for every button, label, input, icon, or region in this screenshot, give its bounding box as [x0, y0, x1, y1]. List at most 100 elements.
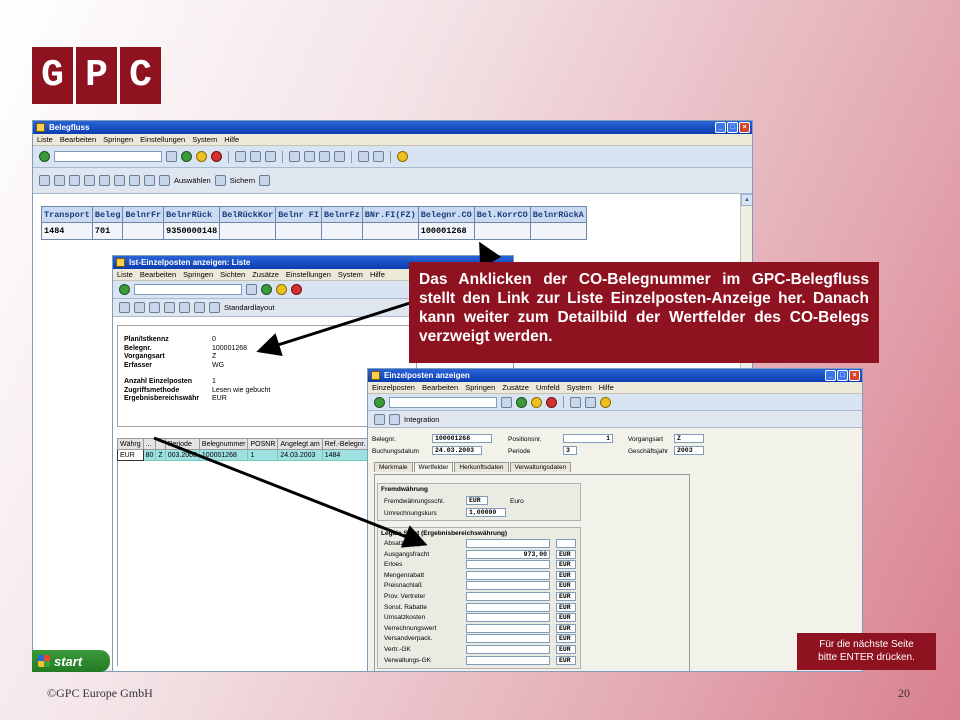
fremdwaehrungsschl-field[interactable]: EUR [466, 496, 488, 505]
wertfeld-currency[interactable]: EUR [556, 623, 576, 633]
tab-herkunftsdaten[interactable]: Herkunftsdaten [454, 462, 509, 472]
wertfeld-value[interactable] [466, 581, 550, 591]
geschaeftsjahr-field[interactable]: 2003 [674, 446, 704, 455]
close-icon[interactable]: × [739, 122, 750, 133]
last-icon[interactable] [84, 175, 95, 186]
sichern-button[interactable]: Sichern [230, 176, 255, 185]
col-belnrrueck[interactable]: BelnrRück [163, 206, 221, 223]
back-icon[interactable] [181, 151, 192, 162]
command-field[interactable] [389, 396, 497, 408]
cell-posnr[interactable]: 1 [247, 449, 279, 461]
tab-merkmale[interactable]: Merkmale [374, 462, 413, 472]
wertfeld-value[interactable] [466, 570, 550, 580]
buchungsdatum-field[interactable]: 24.03.2003 [432, 446, 482, 455]
wertfeld-currency[interactable]: EUR [556, 549, 576, 559]
info-icon[interactable] [259, 175, 271, 186]
sort-asc-icon[interactable] [134, 302, 145, 313]
save-icon[interactable] [166, 151, 177, 162]
menu-hilfe[interactable]: Hilfe [599, 382, 614, 393]
wertfeld-currency[interactable]: EUR [556, 655, 576, 665]
close-icon[interactable]: × [849, 370, 860, 381]
menu-bearbeiten[interactable]: Bearbeiten [140, 269, 176, 280]
auswaehlen-icon[interactable] [159, 175, 170, 186]
next-entry-icon[interactable] [389, 413, 400, 425]
save-icon[interactable] [501, 396, 512, 408]
back-icon[interactable] [261, 284, 272, 295]
cell-belnrfr[interactable] [122, 222, 165, 240]
auswaehlen-button[interactable]: Auswählen [174, 176, 211, 185]
menu-system[interactable]: System [192, 134, 217, 145]
tab-verwaltungsdaten[interactable]: Verwaltungsdaten [509, 462, 572, 472]
col-waehrg[interactable]: Währg [117, 438, 144, 450]
wertfeld-currency[interactable] [556, 539, 576, 548]
sort-asc-icon[interactable] [114, 175, 125, 186]
filter-icon[interactable] [164, 302, 175, 313]
enter-icon[interactable] [119, 284, 130, 295]
exit-icon[interactable] [276, 284, 287, 295]
exit-icon[interactable] [531, 396, 542, 408]
wertfeld-currency[interactable]: EUR [556, 634, 576, 644]
menu-bearbeiten[interactable]: Bearbeiten [422, 382, 458, 393]
col-dots[interactable]: ... [142, 438, 157, 450]
maximize-icon[interactable]: □ [727, 122, 738, 133]
scroll-up-icon[interactable]: ▲ [741, 194, 752, 206]
menu-sichten[interactable]: Sichten [220, 269, 245, 280]
wertfeld-value[interactable] [466, 645, 550, 654]
wertfeld-value[interactable] [466, 623, 550, 633]
col-posnr[interactable]: POSNR [247, 438, 279, 450]
wertfeld-currency[interactable]: EUR [556, 570, 576, 580]
wertfeld-currency[interactable]: EUR [556, 581, 576, 591]
col-beleg[interactable]: Beleg [91, 206, 124, 223]
col-belnrfz[interactable]: BelnrFz [321, 206, 363, 223]
enter-icon[interactable] [374, 396, 385, 408]
menu-einzelposten[interactable]: Einzelposten [372, 382, 415, 393]
cell-belrueckkor[interactable] [219, 222, 277, 240]
wertfeld-value[interactable] [466, 592, 550, 601]
menu-springen[interactable]: Springen [103, 134, 133, 145]
cell-waehrg[interactable]: EUR [117, 449, 144, 461]
sum-icon[interactable] [179, 302, 190, 313]
menu-zusaetze[interactable]: Zusätze [252, 269, 279, 280]
col-transport[interactable]: Transport [41, 206, 93, 223]
command-field[interactable] [134, 284, 242, 295]
minimize-icon[interactable]: _ [715, 122, 726, 133]
wertfeld-currency[interactable]: EUR [556, 560, 576, 570]
start-button[interactable]: start [32, 650, 110, 672]
back-icon[interactable] [516, 396, 527, 408]
cell-angelegt-am[interactable]: 24.03.2003 [277, 449, 323, 461]
cell-belegnummer[interactable]: 100001268 [198, 449, 249, 461]
wertfeld-value[interactable] [466, 602, 550, 612]
exit-icon[interactable] [196, 151, 207, 162]
first-icon[interactable] [39, 175, 50, 186]
menu-hilfe[interactable]: Hilfe [370, 269, 385, 280]
menu-bearbeiten[interactable]: Bearbeiten [60, 134, 96, 145]
new-session-icon[interactable] [358, 151, 369, 162]
find-icon[interactable] [250, 151, 261, 162]
cell-belegnr-co[interactable]: 100001268 [417, 222, 475, 240]
previous-page-icon[interactable] [304, 151, 315, 162]
cell-bel-korrco[interactable] [473, 222, 531, 240]
wertfeld-value[interactable] [466, 634, 550, 644]
integration-button[interactable]: Integration [404, 415, 439, 424]
belegnr-field[interactable]: 100001268 [432, 434, 492, 443]
col-belnr-fi[interactable]: Belnr FI [275, 206, 322, 223]
col-ref-belegnr[interactable]: Ref.-Belegnr. [321, 438, 369, 450]
vorgangsart-field[interactable]: Z [674, 434, 704, 443]
menu-system[interactable]: System [338, 269, 363, 280]
layout-icon[interactable] [209, 302, 220, 313]
cell-vorgangsart[interactable]: Z [155, 449, 166, 461]
belegfluss-titlebar[interactable]: Belegfluss _ □ × [33, 121, 752, 134]
col-belnrrueck-a[interactable]: BelnrRückA [529, 206, 587, 223]
menu-liste[interactable]: Liste [117, 269, 133, 280]
menu-system[interactable]: System [567, 382, 592, 393]
col-blank[interactable] [155, 438, 166, 450]
col-bel-korrco[interactable]: Bel.KorrCO [473, 206, 531, 223]
menu-einstellungen[interactable]: Einstellungen [140, 134, 185, 145]
menu-hilfe[interactable]: Hilfe [224, 134, 239, 145]
last-page-icon[interactable] [334, 151, 345, 162]
cell-belnr-fi[interactable] [275, 222, 322, 240]
wertfeld-value[interactable] [466, 613, 550, 623]
einzelposten-titlebar[interactable]: Einzelposten anzeigen _ □ × [368, 369, 862, 382]
details-icon[interactable] [119, 302, 130, 313]
wertfeld-value[interactable]: 973,00 [466, 549, 550, 559]
